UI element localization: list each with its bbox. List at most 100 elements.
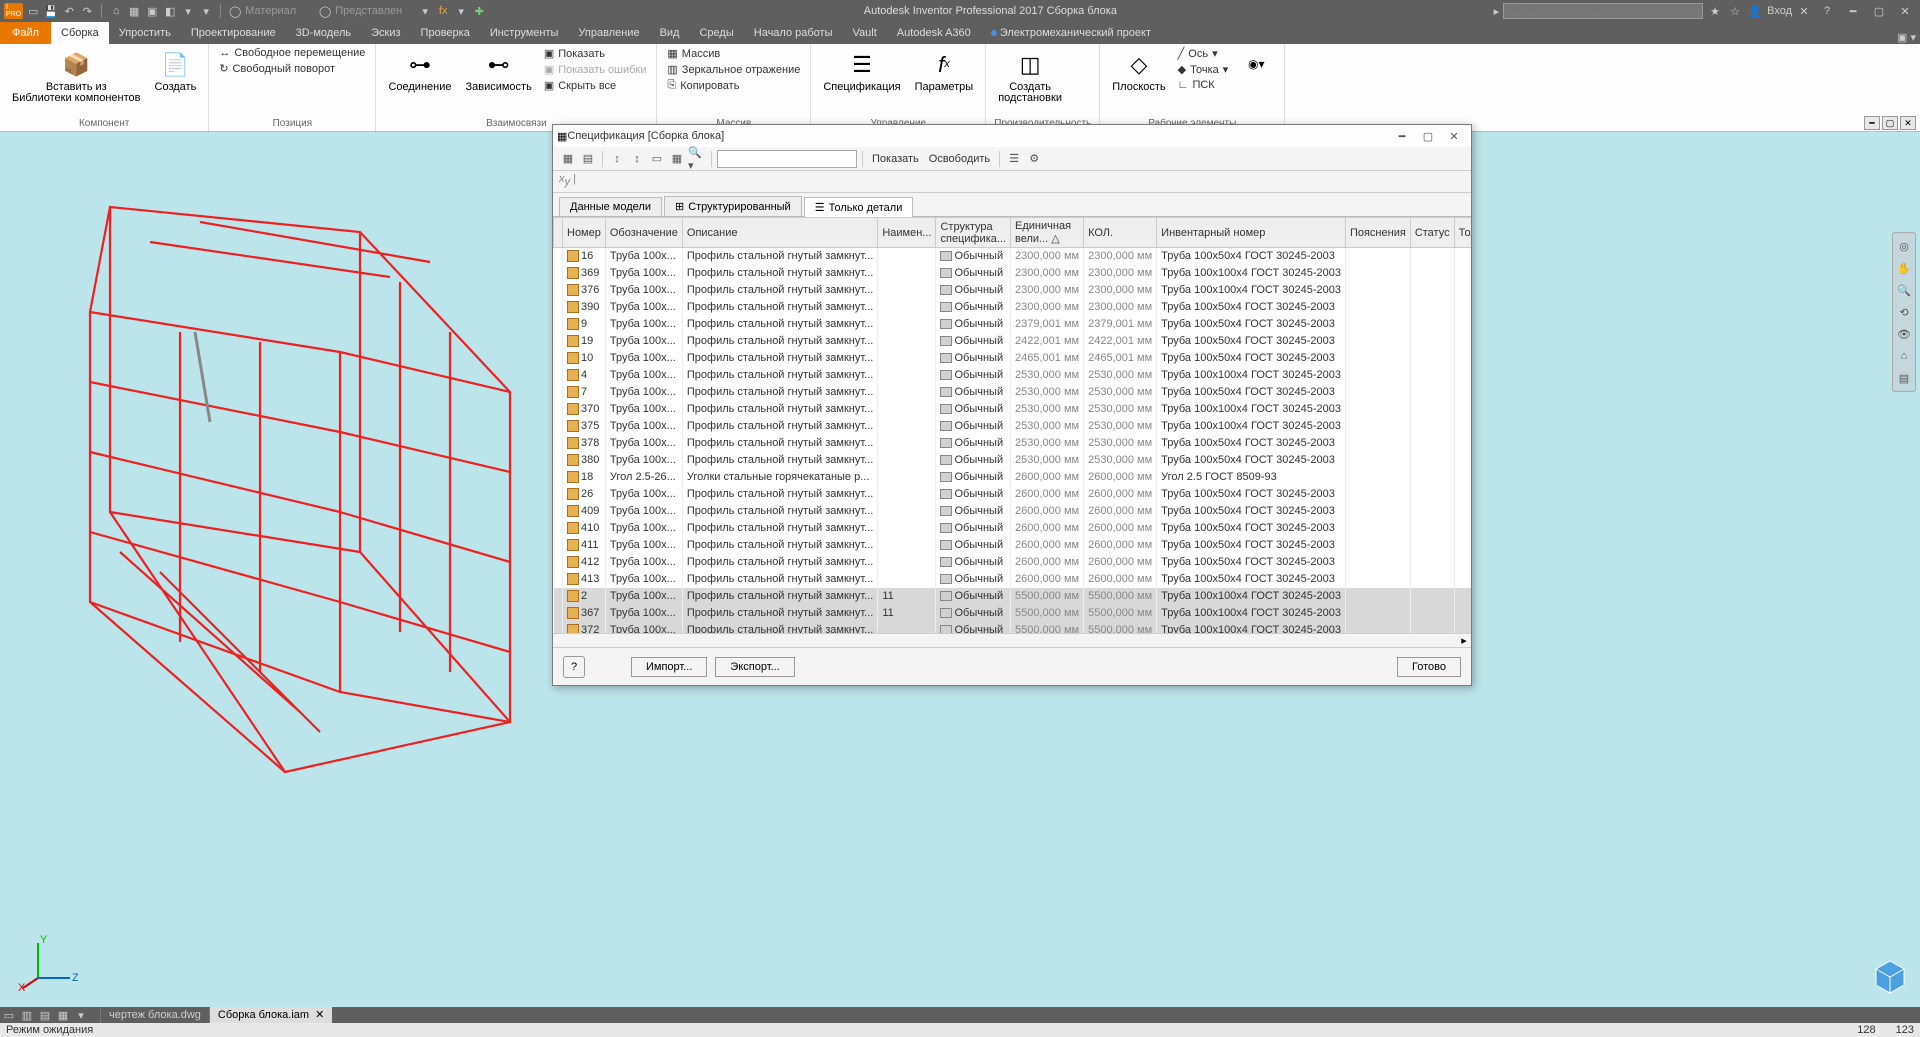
qat-home-icon[interactable]: ⌂: [108, 3, 124, 19]
help-search-input[interactable]: [1503, 3, 1703, 19]
point-button[interactable]: ◆ Точка ▾: [1176, 62, 1231, 77]
export-button[interactable]: Экспорт...: [715, 657, 794, 677]
tb-icon[interactable]: ⚙: [1025, 150, 1043, 168]
column-header[interactable]: Обозначение: [605, 218, 682, 248]
table-row[interactable]: 370Труба 100х...Профиль стальной гнутый …: [554, 401, 1472, 418]
table-row[interactable]: 372Труба 100х...Профиль стальной гнутый …: [554, 622, 1472, 634]
table-row[interactable]: 410Труба 100х...Профиль стальной гнутый …: [554, 520, 1472, 537]
nav-orbit-icon[interactable]: ⟲: [1895, 302, 1913, 322]
qat-icon[interactable]: ▾: [180, 3, 196, 19]
free-move-button[interactable]: ↔ Свободное перемещение: [217, 46, 367, 60]
column-header[interactable]: Номер: [563, 218, 606, 248]
column-header[interactable]: КОЛ.: [1084, 218, 1157, 248]
doc-tab[interactable]: чертеж блока.dwg: [100, 1007, 209, 1023]
table-row[interactable]: 16Труба 100х...Профиль стальной гнутый з…: [554, 248, 1472, 265]
constraint-button[interactable]: ⊷Зависимость: [461, 46, 535, 95]
import-button[interactable]: Импорт...: [631, 657, 707, 677]
table-row[interactable]: 390Труба 100х...Профиль стальной гнутый …: [554, 299, 1472, 316]
minimize-icon[interactable]: ━: [1842, 3, 1864, 19]
tb-sort-icon[interactable]: ↕: [628, 150, 646, 168]
nav-look-icon[interactable]: 👁: [1895, 324, 1913, 344]
create-component-button[interactable]: 📄Создать: [151, 46, 201, 95]
doc-close-icon[interactable]: ✕: [1900, 116, 1916, 130]
table-row[interactable]: 367Труба 100х...Профиль стальной гнутый …: [554, 605, 1472, 622]
star-icon[interactable]: ★: [1707, 3, 1723, 19]
maximize-icon[interactable]: ▢: [1868, 3, 1890, 19]
tb-icon[interactable]: ☰: [1005, 150, 1023, 168]
ribbon-tab[interactable]: Среды: [689, 22, 743, 44]
hscroll-right-icon[interactable]: ▸: [1457, 634, 1471, 647]
qat-icon[interactable]: ▾: [453, 3, 469, 19]
help-button[interactable]: ?: [563, 656, 585, 678]
viewcube-icon[interactable]: [1872, 959, 1908, 995]
dialog-maximize-icon[interactable]: ▢: [1415, 127, 1441, 145]
join-button[interactable]: ⊶Соединение: [384, 46, 455, 95]
doc-tab[interactable]: Сборка блока.iam✕: [209, 1007, 332, 1023]
qat-icon[interactable]: ▾: [198, 3, 214, 19]
dialog-close-icon[interactable]: ✕: [1441, 127, 1467, 145]
free-rotate-button[interactable]: ↻ Свободный поворот: [217, 61, 367, 76]
table-row[interactable]: 412Труба 100х...Профиль стальной гнутый …: [554, 554, 1472, 571]
bom-grid[interactable]: НомерОбозначениеОписаниеНаимен...Структу…: [553, 217, 1471, 633]
column-header[interactable]: Наимен...: [878, 218, 936, 248]
tab-structured[interactable]: ⊞ Структурированный: [664, 196, 802, 216]
axis-button[interactable]: ╱ Ось ▾: [1176, 46, 1231, 61]
column-header[interactable]: Описание: [682, 218, 877, 248]
qat-icon[interactable]: ▾: [417, 3, 433, 19]
column-header[interactable]: Тол: [1454, 218, 1471, 248]
qat-icon[interactable]: ▦: [126, 3, 142, 19]
panel-options-button[interactable]: ◉▾: [1236, 46, 1276, 82]
ribbon-tab[interactable]: Начало работы: [744, 22, 843, 44]
hide-all-button[interactable]: ▣ Скрыть все: [542, 78, 649, 93]
qat-icon[interactable]: ◧: [162, 3, 178, 19]
star-icon[interactable]: ☆: [1727, 3, 1743, 19]
close-tab-icon[interactable]: ✕: [315, 1009, 324, 1021]
tb-icon[interactable]: ▭: [648, 150, 666, 168]
tb-find-icon[interactable]: 🔍▾: [688, 150, 706, 168]
table-row[interactable]: 380Труба 100х...Профиль стальной гнутый …: [554, 452, 1472, 469]
table-row[interactable]: 369Труба 100х...Профиль стальной гнутый …: [554, 265, 1472, 282]
layout-icon[interactable]: ▭: [1, 1008, 17, 1022]
tb-icon[interactable]: ▤: [579, 150, 597, 168]
parameters-button[interactable]: fxПараметры: [911, 46, 978, 95]
qat-fx-icon[interactable]: fx: [435, 3, 451, 19]
table-row[interactable]: 378Труба 100х...Профиль стальной гнутый …: [554, 435, 1472, 452]
ribbon-tab[interactable]: Управление: [568, 22, 649, 44]
ribbon-tab[interactable]: Электромеханический проект: [981, 22, 1161, 44]
ribbon-tab[interactable]: 3D-модель: [286, 22, 361, 44]
mirror-button[interactable]: ▥ Зеркальное отражение: [665, 62, 802, 77]
copy-button[interactable]: ⎘ Копировать: [665, 78, 802, 93]
ribbon-tab[interactable]: Проверка: [411, 22, 480, 44]
ucs-button[interactable]: ∟ ПСК: [1176, 78, 1231, 92]
column-header[interactable]: Пояснения: [1345, 218, 1410, 248]
table-row[interactable]: 376Труба 100х...Профиль стальной гнутый …: [554, 282, 1472, 299]
dialog-minimize-icon[interactable]: ━: [1389, 127, 1415, 145]
show-button[interactable]: ▣ Показать: [542, 46, 649, 61]
qat-undo-icon[interactable]: ↶: [61, 3, 77, 19]
table-row[interactable]: 413Труба 100х...Профиль стальной гнутый …: [554, 571, 1472, 588]
column-header[interactable]: Инвентарный номер: [1157, 218, 1346, 248]
help-icon[interactable]: ?: [1816, 3, 1838, 19]
ribbon-tab[interactable]: Autodesk A360: [887, 22, 981, 44]
sync-icon[interactable]: ✕: [1796, 3, 1812, 19]
qat-save-icon[interactable]: 💾: [43, 3, 59, 19]
bom-button[interactable]: ☰Спецификация: [819, 46, 904, 95]
column-header[interactable]: Единичная вели... △: [1011, 218, 1084, 248]
qat-open-icon[interactable]: ▭: [25, 3, 41, 19]
ribbon-tab[interactable]: Проектирование: [181, 22, 286, 44]
tb-sort-icon[interactable]: ↕: [608, 150, 626, 168]
table-row[interactable]: 10Труба 100х...Профиль стальной гнутый з…: [554, 350, 1472, 367]
user-icon[interactable]: 👤: [1747, 3, 1763, 19]
table-row[interactable]: 9Труба 100х...Профиль стальной гнутый за…: [554, 316, 1472, 333]
ribbon-collapse-icon[interactable]: ▣ ▾: [1893, 31, 1920, 44]
dialog-titlebar[interactable]: ▦ Спецификация [Сборка блока] ━ ▢ ✕: [553, 125, 1471, 147]
tb-combo[interactable]: [717, 150, 857, 168]
ribbon-tab[interactable]: Инструменты: [480, 22, 569, 44]
table-row[interactable]: 18Угол 2.5-26...Уголки стальные горячека…: [554, 469, 1472, 486]
table-row[interactable]: 7Труба 100х...Профиль стальной гнутый за…: [554, 384, 1472, 401]
tab-parts-only[interactable]: ☰ Только детали: [804, 197, 914, 217]
ribbon-tab[interactable]: Эскиз: [361, 22, 410, 44]
qat-icon[interactable]: ▣: [144, 3, 160, 19]
table-row[interactable]: 2Труба 100х...Профиль стальной гнутый за…: [554, 588, 1472, 605]
file-tab[interactable]: Файл: [0, 22, 51, 44]
